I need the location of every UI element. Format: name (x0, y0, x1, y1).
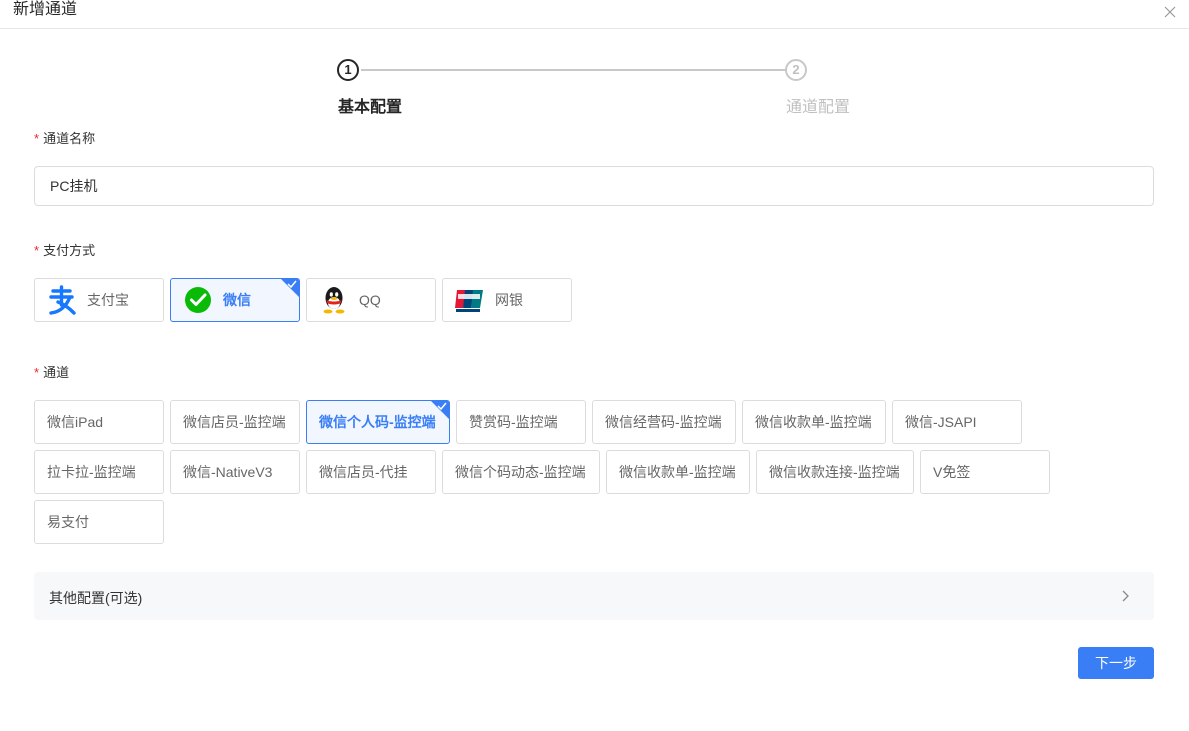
required-mark: * (34, 365, 40, 380)
payment-option-label: 支付宝 (87, 292, 129, 308)
channel-option-label: 微信收款连接-监控端 (769, 464, 900, 480)
wechat-icon (183, 285, 213, 315)
payment-option-qq[interactable]: QQ (306, 278, 436, 322)
step-1-label: 基本配置 (338, 99, 403, 116)
payment-option-label: 网银 (495, 292, 523, 308)
unionpay-icon (455, 285, 485, 315)
channel-name-label-text: 通道名称 (43, 131, 96, 146)
chevron-right-icon (1122, 590, 1129, 602)
dialog-title: 新增通道 (13, 1, 78, 18)
channel-name-label: * 通道名称 (34, 128, 95, 147)
channel-option[interactable]: 微信店员-代挂 (306, 450, 436, 494)
channel-option-label: 易支付 (47, 514, 89, 530)
add-channel-dialog: 新增通道 1 2 基本配置 通道配置 *通道名称 *支付方式 支付宝 微信 (0, 0, 1189, 731)
channel-option-label: 微信经营码-监控端 (605, 414, 722, 430)
channel-option-label: 微信个码动态-监控端 (455, 464, 586, 480)
channel-option-label: 微信收款单-监控端 (619, 464, 736, 480)
channel-option-selected[interactable]: 微信个人码-监控端 (306, 400, 450, 444)
check-icon (287, 280, 297, 288)
channel-label: * 通道 (34, 362, 69, 381)
channel-option-label: 微信收款单-监控端 (755, 414, 872, 430)
close-icon[interactable] (1163, 5, 1177, 19)
qq-icon (319, 285, 349, 315)
channel-option[interactable]: 微信店员-监控端 (170, 400, 300, 444)
channel-option[interactable]: 微信收款单-监控端 (606, 450, 750, 494)
channel-option-label: 微信店员-代挂 (319, 464, 408, 480)
channel-option-label: 微信个人码-监控端 (319, 414, 436, 430)
payment-method-label-text: 支付方式 (43, 243, 96, 258)
channel-option-label: 微信-JSAPI (905, 414, 977, 430)
dialog-header: 新增通道 (0, 0, 1189, 29)
channel-option-label: V免签 (933, 464, 971, 480)
channel-option[interactable]: 易支付 (34, 500, 164, 544)
channel-option-label: 微信店员-监控端 (183, 414, 286, 430)
channel-option[interactable]: 微信iPad (34, 400, 164, 444)
step-2-label: 通道配置 (786, 99, 851, 116)
payment-method-label: * 支付方式 (34, 240, 95, 259)
channel-option[interactable]: 微信个码动态-监控端 (442, 450, 600, 494)
channel-option[interactable]: 微信经营码-监控端 (592, 400, 736, 444)
channel-option-label: 微信iPad (47, 414, 104, 430)
step-2-number: 2 (785, 59, 807, 81)
channel-option[interactable]: 微信-NativeV3 (170, 450, 300, 494)
channel-option-label: 赞赏码-监控端 (469, 414, 558, 430)
payment-option-unionpay[interactable]: 网银 (442, 278, 572, 322)
required-mark: * (34, 131, 40, 146)
channel-option-label: 微信-NativeV3 (183, 464, 273, 480)
channel-name-input[interactable] (34, 166, 1154, 206)
channel-option[interactable]: 微信收款连接-监控端 (756, 450, 914, 494)
payment-option-label: 微信 (223, 292, 251, 308)
channel-option[interactable]: V免签 (920, 450, 1050, 494)
channel-option[interactable]: 拉卡拉-监控端 (34, 450, 164, 494)
channel-option[interactable]: 微信收款单-监控端 (742, 400, 886, 444)
next-step-button[interactable]: 下一步 (1078, 647, 1154, 679)
other-config-label: 其他配置(可选) (49, 590, 143, 606)
payment-option-label: QQ (359, 292, 381, 308)
steps-indicator: 1 2 基本配置 通道配置 (337, 59, 857, 119)
channel-option-label: 拉卡拉-监控端 (47, 464, 136, 480)
channel-option[interactable]: 微信-JSAPI (892, 400, 1022, 444)
channel-label-text: 通道 (43, 365, 70, 380)
check-icon (437, 402, 447, 410)
required-mark: * (34, 243, 40, 258)
alipay-icon (47, 285, 77, 315)
payment-option-wechat[interactable]: 微信 (170, 278, 300, 322)
other-config-collapse[interactable]: 其他配置(可选) (34, 572, 1154, 620)
channel-option[interactable]: 赞赏码-监控端 (456, 400, 586, 444)
step-connector (361, 69, 785, 71)
step-1-number: 1 (337, 59, 359, 81)
payment-option-alipay[interactable]: 支付宝 (34, 278, 164, 322)
